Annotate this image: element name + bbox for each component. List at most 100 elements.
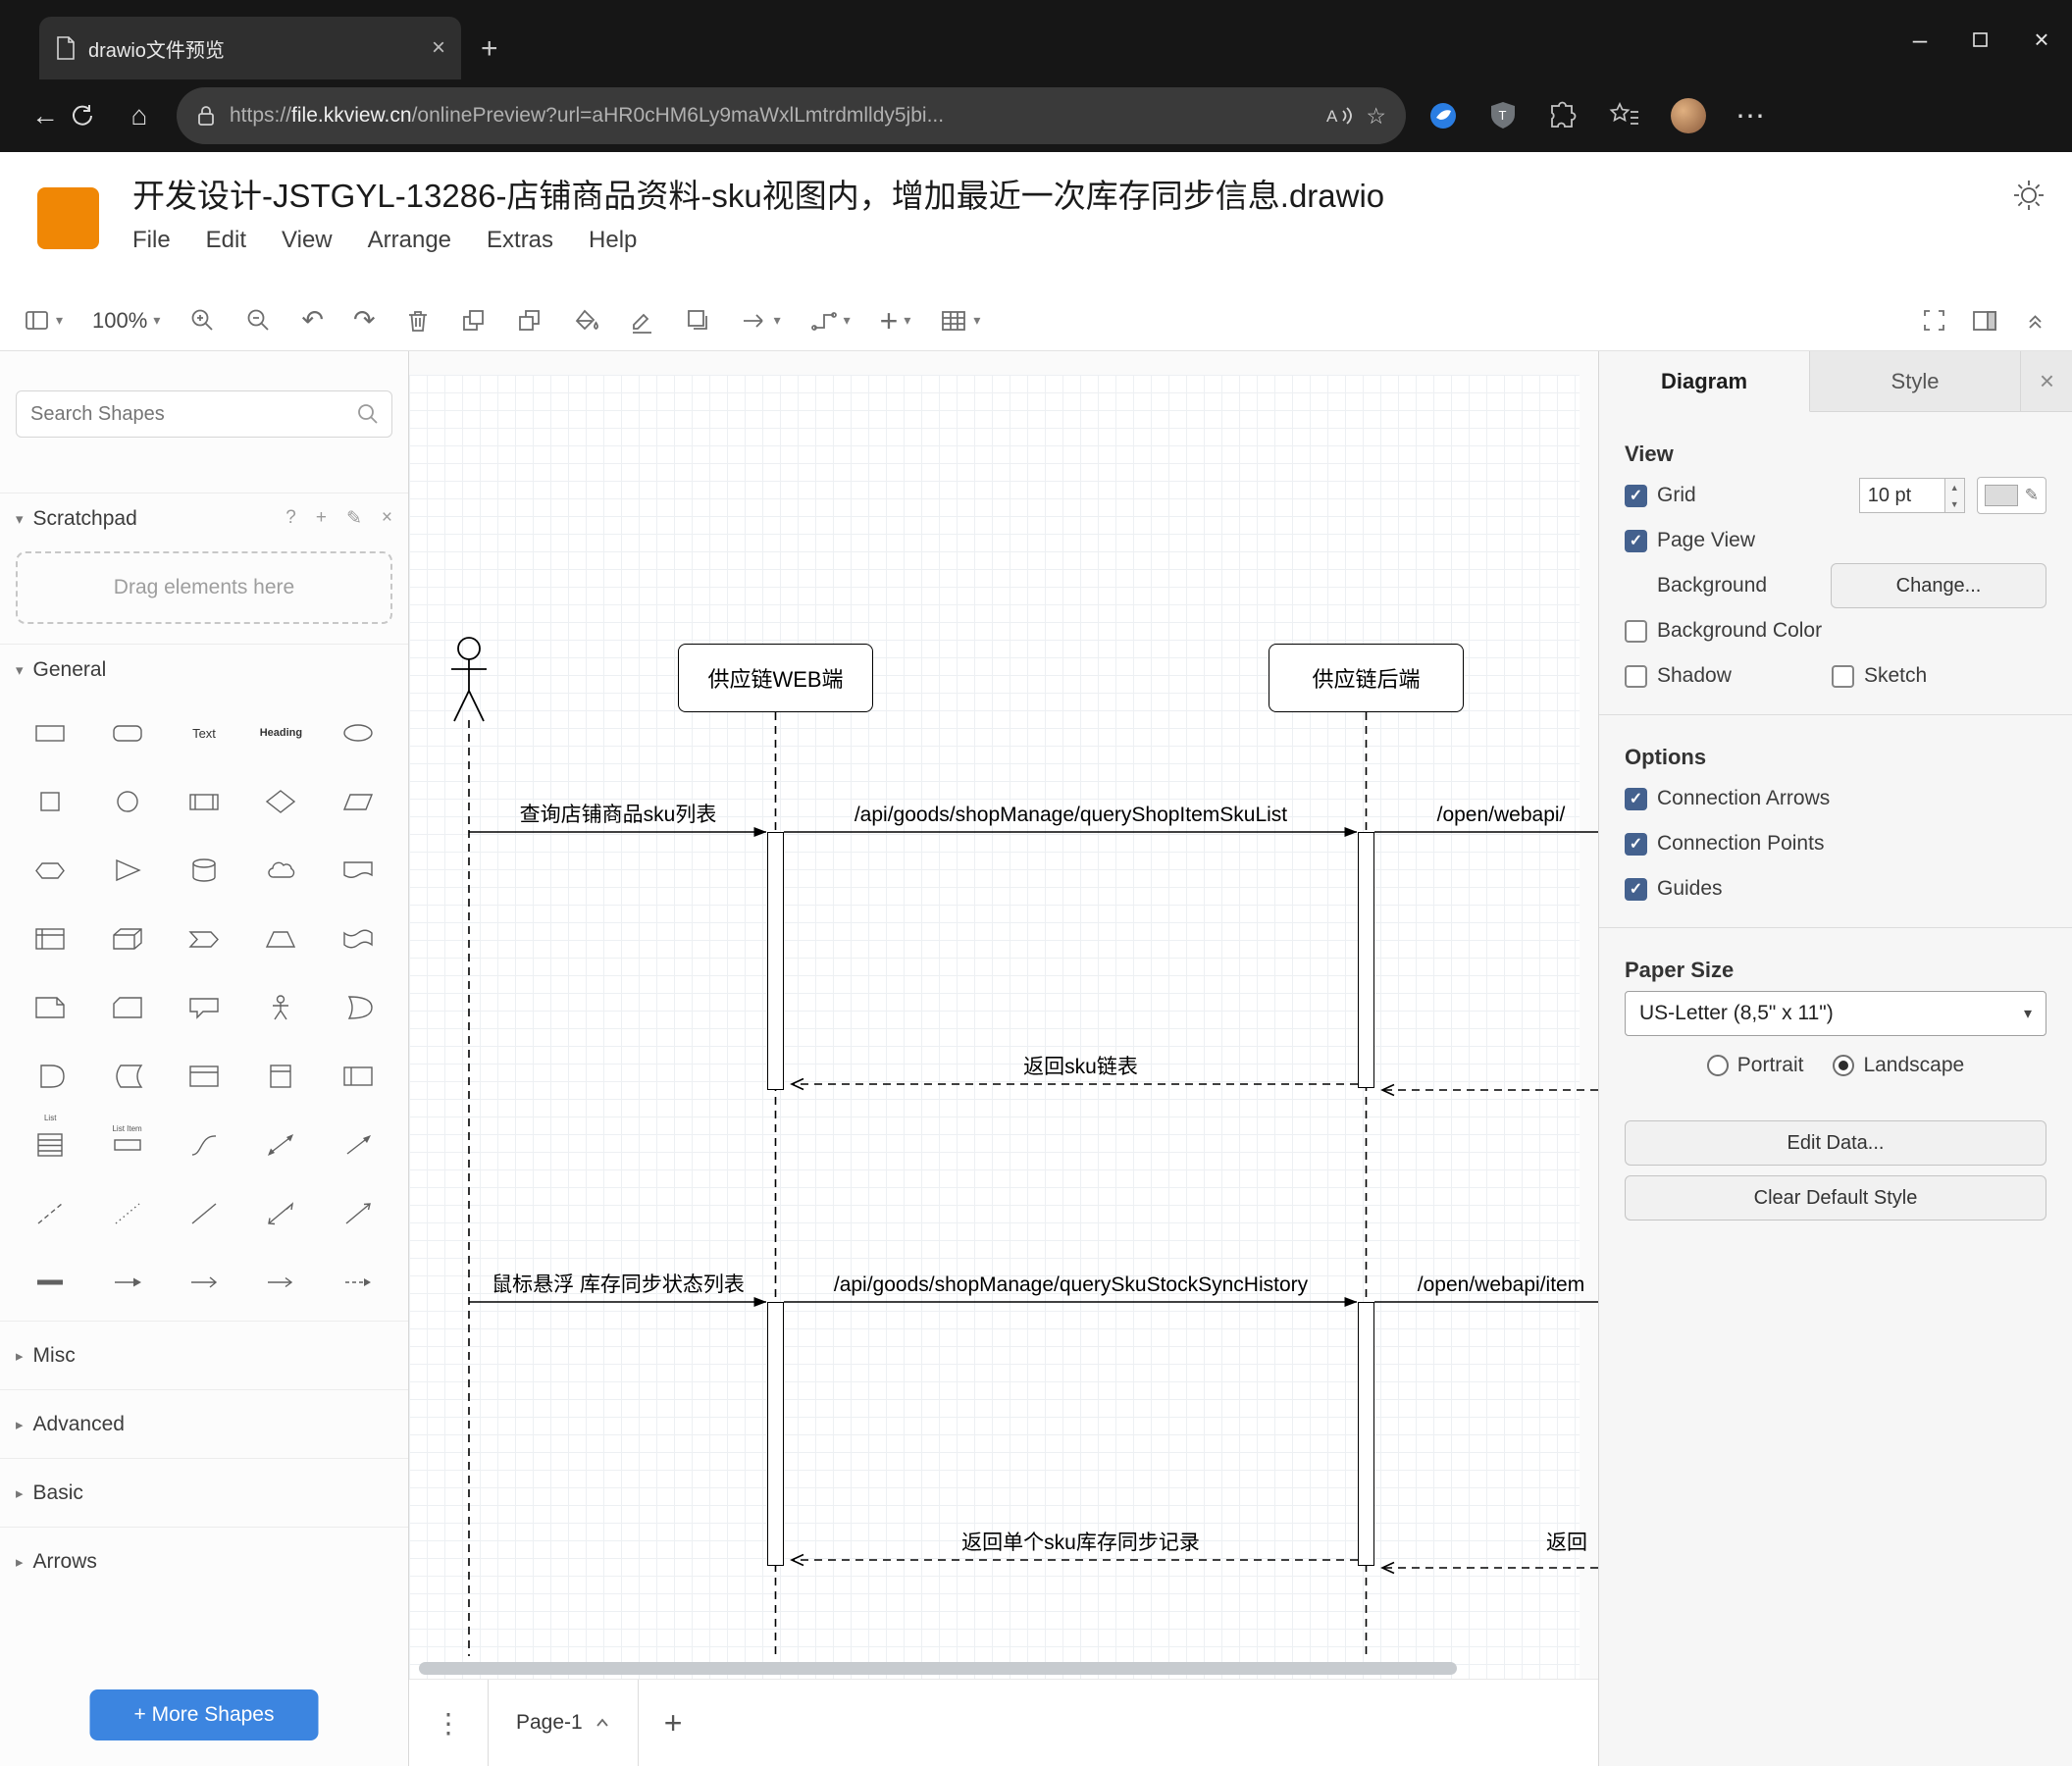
shape-and[interactable] — [12, 1042, 88, 1111]
guides-checkbox[interactable] — [1625, 877, 1647, 901]
table-dropdown[interactable]: ▾ — [940, 308, 980, 334]
message-label[interactable]: 鼠标悬浮 库存同步状态列表 — [469, 1272, 767, 1298]
collapse-button[interactable] — [2022, 307, 2048, 334]
shape-cube[interactable] — [88, 905, 165, 973]
shape-parallelogram[interactable] — [320, 767, 396, 836]
shape-bidirectional-arrow[interactable] — [242, 1111, 319, 1179]
shape-thin-arrow[interactable] — [242, 1248, 319, 1317]
shape-card[interactable] — [88, 973, 165, 1042]
diagram-canvas[interactable]: 供应链WEB端 供应链后端 查询店铺商品sku列表 /api/goods/sho… — [409, 351, 1598, 1679]
shape-internal-storage[interactable] — [12, 905, 88, 973]
bookmark-star-icon[interactable]: ☆ — [1366, 103, 1386, 130]
shape-container[interactable] — [166, 1042, 242, 1111]
add-page-button[interactable]: + — [639, 1680, 708, 1766]
view-dropdown[interactable]: ▾ — [24, 308, 63, 334]
extensions-puzzle-icon[interactable] — [1547, 100, 1579, 131]
shape-rectangle[interactable] — [12, 699, 88, 767]
background-color-checkbox[interactable] — [1625, 619, 1647, 643]
profile-avatar[interactable] — [1671, 98, 1706, 133]
shape-circle[interactable] — [88, 767, 165, 836]
close-window-button[interactable]: × — [2011, 0, 2072, 79]
maximize-button[interactable] — [1950, 0, 2011, 79]
shape-simple-arrow[interactable] — [166, 1248, 242, 1317]
favorites-bar-icon[interactable] — [1608, 100, 1641, 131]
horizontal-scrollbar-thumb[interactable] — [419, 1662, 1457, 1675]
section-misc[interactable]: ▸ Misc — [0, 1321, 408, 1389]
connection-style-dropdown[interactable]: ▾ — [741, 308, 781, 334]
shape-or[interactable] — [320, 973, 396, 1042]
landscape-radio[interactable] — [1833, 1055, 1855, 1076]
tab-style[interactable]: Style — [1810, 351, 2021, 411]
paper-size-select[interactable]: US-Letter (8,5" x 11") ▾ — [1625, 991, 2046, 1036]
address-bar[interactable]: https://file.kkview.cn/onlinePreview?url… — [177, 87, 1406, 144]
connection-points-checkbox[interactable] — [1625, 832, 1647, 856]
shape-link[interactable] — [12, 1248, 88, 1317]
zoom-out-button[interactable] — [245, 307, 272, 334]
section-arrows[interactable]: ▸ Arrows — [0, 1527, 408, 1595]
fill-color-button[interactable] — [572, 307, 599, 334]
delete-button[interactable] — [405, 308, 431, 334]
shadow-button[interactable] — [685, 307, 711, 334]
shape-arrow[interactable] — [320, 1111, 396, 1179]
scratchpad-close-icon[interactable]: × — [382, 507, 392, 530]
line-color-button[interactable] — [629, 307, 655, 335]
shape-step[interactable] — [166, 905, 242, 973]
menu-extras[interactable]: Extras — [487, 227, 553, 254]
back-button[interactable]: ← — [22, 100, 69, 131]
edit-data-button[interactable]: Edit Data... — [1625, 1120, 2046, 1166]
fullscreen-button[interactable] — [1921, 307, 1947, 334]
shape-document[interactable] — [320, 836, 396, 905]
section-basic[interactable]: ▸ Basic — [0, 1458, 408, 1527]
page-view-checkbox[interactable] — [1625, 529, 1647, 552]
browser-tab[interactable]: drawio文件预览 × — [39, 17, 461, 79]
shape-diamond[interactable] — [242, 767, 319, 836]
grid-color-button[interactable]: ✎ — [1976, 477, 2046, 514]
change-background-button[interactable]: Change... — [1831, 563, 2046, 608]
grid-size-stepper[interactable]: ▲ ▼ — [1944, 478, 1965, 513]
undo-button[interactable]: ↶ — [301, 307, 324, 334]
format-panel-toggle[interactable] — [1971, 308, 1998, 334]
grid-size-input[interactable] — [1858, 478, 1945, 513]
redo-button[interactable]: ↷ — [353, 307, 376, 334]
shape-dotted-line[interactable] — [88, 1179, 165, 1248]
zoom-dropdown[interactable]: 100% ▾ — [92, 308, 160, 334]
shape-tape[interactable] — [320, 905, 396, 973]
shape-list-item[interactable]: List Item — [88, 1111, 165, 1179]
shape-dashed-line[interactable] — [12, 1179, 88, 1248]
search-shapes-input[interactable] — [16, 390, 392, 438]
tab-diagram[interactable]: Diagram — [1599, 351, 1810, 412]
shape-square[interactable] — [12, 767, 88, 836]
to-front-button[interactable] — [460, 307, 487, 334]
portrait-radio[interactable] — [1706, 1055, 1729, 1076]
theme-toggle-button[interactable] — [2011, 178, 2046, 213]
panel-close-icon[interactable]: × — [2022, 351, 2072, 411]
scratchpad-help-icon[interactable]: ? — [285, 507, 296, 530]
menu-file[interactable]: File — [132, 227, 171, 254]
read-aloud-icon[interactable]: A — [1324, 104, 1353, 128]
shape-arrow-right[interactable] — [88, 1248, 165, 1317]
shape-actor[interactable] — [242, 973, 319, 1042]
insert-dropdown[interactable]: + ▾ — [880, 305, 911, 337]
shape-directional-connector[interactable] — [320, 1179, 396, 1248]
shape-ellipse[interactable] — [320, 699, 396, 767]
section-advanced[interactable]: ▸ Advanced — [0, 1389, 408, 1458]
menu-help[interactable]: Help — [589, 227, 637, 254]
activation-bar-backend-2[interactable] — [1358, 1302, 1374, 1566]
shape-dashed-edge-arrow[interactable] — [320, 1248, 396, 1317]
shape-trapezoid[interactable] — [242, 905, 319, 973]
shield-extension-icon[interactable]: T — [1488, 100, 1518, 131]
new-tab-button[interactable]: + — [481, 34, 498, 64]
tab-close-icon[interactable]: × — [432, 36, 445, 60]
message-label[interactable]: 返回单个sku库存同步记录 — [803, 1530, 1358, 1556]
waypoints-dropdown[interactable]: ▾ — [810, 308, 851, 334]
shape-bidirectional-connector[interactable] — [242, 1179, 319, 1248]
activation-bar-web-2[interactable] — [767, 1302, 784, 1566]
extension-blue-icon[interactable] — [1427, 100, 1459, 131]
shape-text[interactable]: Text — [166, 699, 242, 767]
menu-edit[interactable]: Edit — [206, 227, 246, 254]
shape-textbox[interactable]: Heading — [242, 699, 319, 767]
message-label[interactable]: /api/goods/shopManage/querySkuStockSyncH… — [784, 1272, 1358, 1298]
shadow-checkbox[interactable] — [1625, 664, 1647, 688]
lifeline-box-backend[interactable]: 供应链后端 — [1269, 644, 1464, 712]
activation-bar-web-1[interactable] — [767, 832, 784, 1090]
